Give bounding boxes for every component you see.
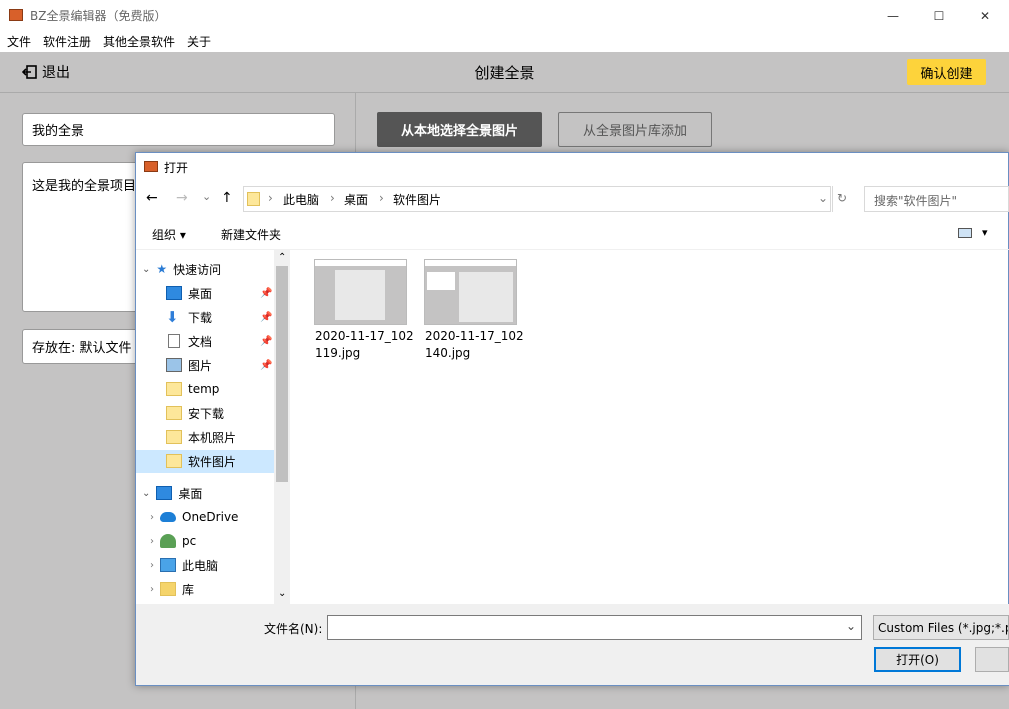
open-button[interactable]: 打开(O) [874, 647, 961, 672]
nav-item-this-pc[interactable]: › 此电脑 [150, 554, 218, 576]
download-icon: ⬇ [166, 308, 179, 326]
nav-item-software-images[interactable]: 软件图片 [166, 450, 236, 472]
back-button[interactable]: ← [146, 190, 158, 206]
library-icon [160, 582, 176, 596]
refresh-icon[interactable]: ↻ [837, 191, 847, 205]
filename-dropdown-icon[interactable]: ⌄ [846, 619, 856, 633]
menu-other-software[interactable]: 其他全景软件 [103, 33, 175, 50]
search-input[interactable]: 搜索"软件图片" [864, 186, 1009, 212]
folder-icon [247, 192, 260, 206]
new-folder-button[interactable]: 新建文件夹 [221, 226, 281, 243]
file-thumbnail[interactable] [424, 259, 517, 325]
filename-label: 文件名(N): [264, 622, 323, 636]
collapse-arrow-icon: › [150, 559, 154, 571]
breadcrumb-desktop[interactable]: 桌面 [344, 191, 368, 208]
computer-icon [160, 558, 176, 572]
expand-arrow-icon: ⌄ [142, 263, 151, 275]
nav-desktop-root[interactable]: ⌄ 桌面 [142, 482, 202, 504]
menu-bar: 文件 软件注册 其他全景软件 关于 [0, 31, 1009, 52]
nav-item-pictures[interactable]: 图片 [166, 354, 212, 376]
forward-button[interactable]: → [176, 190, 188, 206]
folder-icon [166, 382, 182, 396]
app-logo-icon [9, 9, 23, 21]
star-icon: ★ [156, 262, 168, 276]
close-button[interactable]: ✕ [962, 0, 1008, 31]
user-icon [160, 534, 176, 548]
minimize-button[interactable]: — [870, 0, 916, 31]
pin-icon: 📌 [260, 288, 273, 299]
up-button[interactable]: ↑ [221, 190, 233, 206]
scroll-up-icon[interactable]: ⌃ [278, 252, 286, 263]
collapse-arrow-icon: › [150, 583, 154, 595]
nav-item-local-photos[interactable]: 本机照片 [166, 426, 236, 448]
pictures-icon [166, 358, 182, 372]
cloud-icon [160, 512, 176, 522]
pin-icon: 📌 [260, 336, 273, 347]
expand-arrow-icon: ⌄ [142, 487, 151, 499]
file-name[interactable]: 2020-11-17_102 140.jpg [425, 328, 525, 362]
nav-item-desktop[interactable]: 桌面 [166, 282, 212, 304]
nav-scrollbar-thumb[interactable] [276, 266, 288, 482]
folder-icon [166, 454, 182, 468]
page-title: 创建全景 [474, 64, 535, 82]
nav-item-downloads[interactable]: ⬇ 下载 [166, 306, 212, 328]
desktop-icon [166, 286, 182, 300]
folder-icon [166, 430, 182, 444]
add-from-library-button[interactable]: 从全景图片库添加 [558, 112, 712, 147]
dialog-app-icon [144, 161, 158, 172]
collapse-arrow-icon: › [150, 535, 154, 547]
menu-file[interactable]: 文件 [7, 33, 31, 50]
nav-item-anxiazai[interactable]: 安下载 [166, 402, 224, 424]
file-name[interactable]: 2020-11-17_102 119.jpg [315, 328, 415, 362]
dialog-title: 打开 [164, 161, 189, 175]
scroll-down-icon[interactable]: ⌄ [278, 588, 286, 599]
nav-item-library[interactable]: › 库 [150, 578, 194, 600]
menu-register[interactable]: 软件注册 [43, 33, 91, 50]
nav-item-pc-user[interactable]: › pc [150, 530, 196, 552]
nav-quick-access[interactable]: ⌄ ★ 快速访问 [142, 258, 221, 280]
file-thumbnail[interactable] [314, 259, 407, 325]
window-title: BZ全景编辑器（免费版） [30, 9, 167, 23]
recent-locations-button[interactable]: ⌄ [202, 190, 211, 203]
nav-item-temp[interactable]: temp [166, 378, 219, 400]
nav-item-onedrive[interactable]: › OneDrive [150, 506, 238, 528]
view-mode-dropdown[interactable]: ▾ [982, 226, 988, 239]
breadcrumb-software-images[interactable]: 软件图片 [393, 191, 441, 208]
folder-icon [166, 406, 182, 420]
document-icon [168, 334, 180, 348]
header-divider [0, 92, 1009, 93]
organize-menu[interactable]: 组织 ▾ [152, 226, 186, 243]
nav-item-documents[interactable]: 文档 [166, 330, 212, 352]
address-dropdown-icon[interactable]: ⌄ [818, 191, 828, 205]
file-type-filter[interactable]: Custom Files (*.jpg;*.pj [873, 615, 1009, 640]
select-local-image-button[interactable]: 从本地选择全景图片 [377, 112, 542, 147]
menu-about[interactable]: 关于 [187, 33, 211, 50]
panorama-name-input[interactable]: 我的全景 [22, 113, 335, 146]
cancel-button[interactable] [975, 647, 1009, 672]
breadcrumb-this-pc[interactable]: 此电脑 [283, 191, 319, 208]
filename-input[interactable] [327, 615, 862, 640]
collapse-arrow-icon: › [150, 511, 154, 523]
maximize-button[interactable]: ☐ [916, 0, 962, 31]
pin-icon: 📌 [260, 360, 273, 371]
confirm-create-button[interactable]: 确认创建 [907, 59, 986, 85]
pin-icon: 📌 [260, 312, 273, 323]
view-mode-icon[interactable] [958, 228, 972, 238]
desktop-icon [156, 486, 173, 500]
